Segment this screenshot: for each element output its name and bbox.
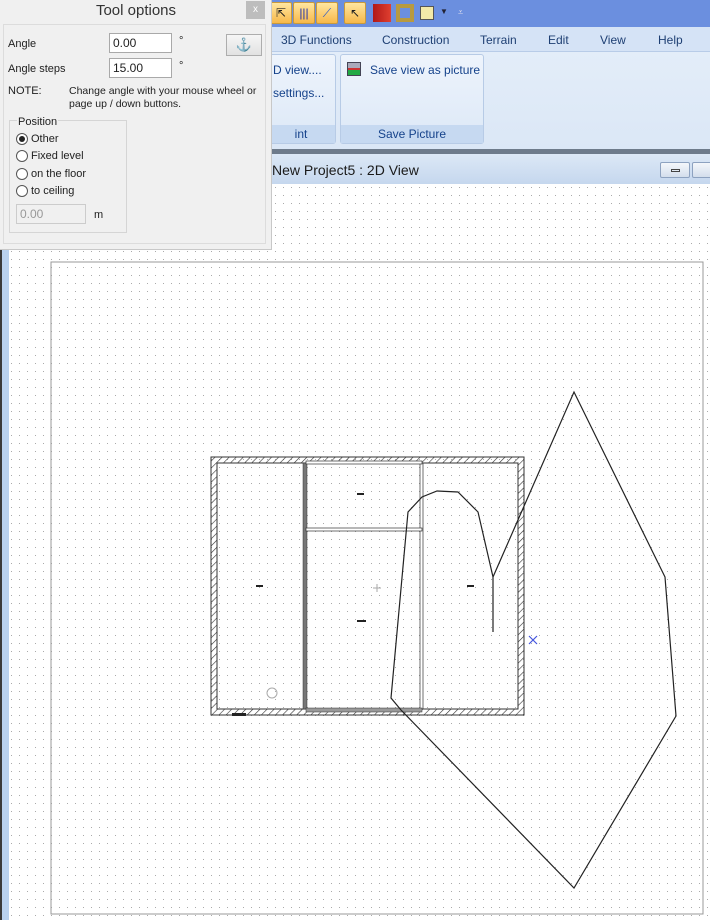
radio-label: Fixed level: [31, 150, 84, 162]
tool-options-panel: Tool options x Angle 0.00 ° ⚓ Angle step…: [0, 0, 272, 250]
panel-edge: [0, 250, 9, 920]
roof-tool-icon[interactable]: [373, 4, 391, 22]
select-tool-icon[interactable]: ⇱: [270, 2, 292, 24]
plan-drawing: [0, 184, 710, 920]
quick-access-toolbar: ⇱ ||| ⟋ ↖ ▼ ⩡: [270, 0, 710, 27]
group-label: int: [267, 125, 335, 143]
meter-unit: m: [94, 209, 104, 221]
level-input: 0.00: [16, 204, 86, 224]
drawing-canvas[interactable]: [0, 184, 710, 920]
ribbon-group-print: D view.... settings... int: [266, 54, 336, 144]
angle-label: Angle: [8, 38, 37, 50]
menu-construction[interactable]: Construction: [382, 33, 449, 47]
dropdown-icon[interactable]: ▼: [440, 7, 448, 16]
ribbon-item-settings[interactable]: settings...: [273, 86, 324, 100]
ribbon-item-2d-view[interactable]: D view....: [273, 63, 322, 77]
save-picture-icon: [347, 62, 361, 76]
panel-title: Tool options: [95, 2, 177, 19]
radio-on-the-floor[interactable]: [16, 168, 28, 180]
dimension-tool-icon[interactable]: ⟋: [316, 2, 338, 24]
copy-icon[interactable]: [420, 6, 434, 20]
menu-terrain[interactable]: Terrain: [480, 33, 517, 47]
room-tool-icon[interactable]: [396, 4, 414, 22]
document-titlebar: New Project5 : 2D View: [270, 154, 710, 184]
ribbon: D view.... settings... int Save view as …: [266, 52, 710, 149]
angle-steps-input[interactable]: 15.00: [109, 58, 172, 78]
degree-unit: °: [179, 35, 184, 47]
radio-fixed-level[interactable]: [16, 150, 28, 162]
menu-view[interactable]: View: [600, 33, 626, 47]
radio-label: on the floor: [31, 168, 87, 180]
note-text: Change angle with your mouse wheel or pa…: [69, 85, 257, 110]
radio-other[interactable]: [16, 133, 28, 145]
degree-unit: °: [179, 60, 184, 72]
menu-help[interactable]: Help: [658, 33, 683, 47]
menu-3d-functions[interactable]: 3D Functions: [281, 33, 352, 47]
group-label: Save Picture: [341, 125, 483, 143]
interior-wall: [302, 462, 308, 710]
menu-bar: 3D Functions Construction Terrain Edit V…: [270, 27, 710, 52]
walls-tool-icon[interactable]: |||: [293, 2, 315, 24]
close-button[interactable]: x: [246, 1, 265, 19]
angle-input[interactable]: 0.00: [109, 33, 172, 53]
ribbon-group-save-picture: Save view as picture Save Picture: [340, 54, 484, 144]
anchor-button[interactable]: ⚓: [226, 34, 262, 56]
interior-wall: [419, 462, 424, 710]
menu-edit[interactable]: Edit: [548, 33, 569, 47]
interior-wall: [305, 527, 423, 532]
position-label: Position: [17, 116, 59, 128]
note-label: NOTE:: [8, 85, 42, 97]
radio-label: Other: [31, 133, 59, 145]
angle-steps-label: Angle steps: [8, 63, 66, 75]
customize-toolbar-icon[interactable]: ⩡: [458, 7, 463, 18]
anchor-icon: ⚓: [235, 37, 253, 52]
maximize-button[interactable]: [692, 162, 710, 178]
document-title: New Project5 : 2D View: [272, 162, 419, 178]
minimize-button[interactable]: [660, 162, 690, 178]
radio-label: to ceiling: [31, 185, 75, 197]
save-view-as-picture-button[interactable]: Save view as picture: [370, 63, 480, 77]
pointer-tool-icon[interactable]: ↖: [344, 2, 366, 24]
radio-to-ceiling[interactable]: [16, 185, 28, 197]
